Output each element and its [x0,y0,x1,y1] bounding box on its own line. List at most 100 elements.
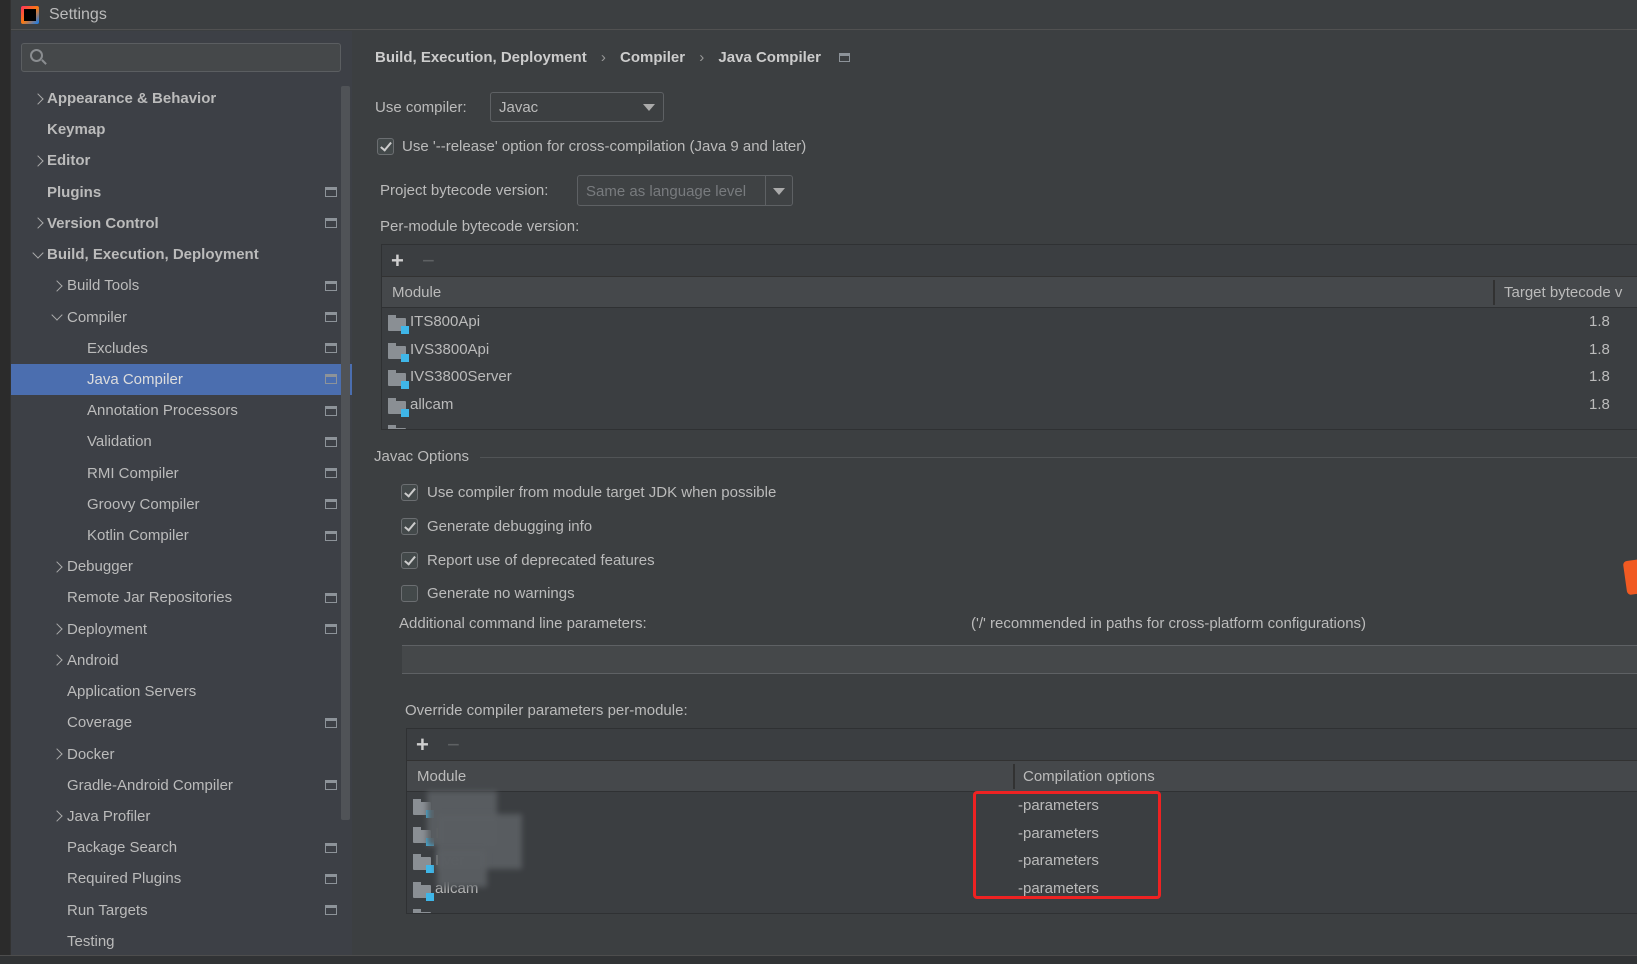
project-scope-icon [325,187,337,198]
sidebar-item-label: Java Profiler [67,807,151,825]
sidebar-scrollbar[interactable] [341,86,350,820]
sidebar-item[interactable]: Excludes [11,333,352,364]
sidebar-item[interactable]: Version Control [11,208,352,239]
floating-badge-icon[interactable] [1622,558,1637,596]
javac-option-checkbox[interactable] [401,585,418,602]
sidebar-item[interactable]: Docker [11,739,352,770]
sidebar-item[interactable]: Compiler [11,302,352,333]
sidebar-item[interactable]: Java Compiler [11,363,352,395]
sidebar-item[interactable]: Gradle-Android Compiler [11,770,352,801]
javac-option-checkbox[interactable] [401,484,418,501]
sidebar-item[interactable]: Plugins [11,177,352,208]
project-scope-icon [325,499,337,510]
sidebar-item[interactable]: RMI Compiler [11,458,352,489]
chevron-right-icon[interactable] [51,748,63,760]
release-option-checkbox[interactable] [377,138,394,155]
table-row[interactable]: IVS3800Server 1.8 [382,364,1637,392]
sidebar-item[interactable]: Editor [11,145,352,176]
table-row-partial[interactable] [382,419,1637,429]
sidebar-item[interactable]: Appearance & Behavior [11,83,352,114]
chevron-right-icon[interactable] [51,280,63,292]
add-icon[interactable]: + [391,250,404,272]
chevron-right-icon[interactable] [51,654,63,667]
breadcrumb-separator-icon: › [600,49,606,66]
sidebar-item[interactable]: Keymap [11,114,352,145]
module-folder-icon [388,315,409,334]
column-header-module[interactable]: Module [392,284,441,301]
sidebar-item[interactable]: Deployment [11,614,352,645]
chevron-down-icon [643,104,655,111]
module-name: IVS3800Api [410,340,490,358]
sidebar-item-label: Annotation Processors [87,402,238,420]
sidebar-item-label: Application Servers [67,683,197,701]
column-header-target[interactable]: Target bytecode v [1504,284,1622,301]
breadcrumb: Build, Execution, Deployment › Compiler … [375,49,851,66]
override-label: Override compiler parameters per-module: [405,702,688,719]
sidebar-item[interactable]: Package Search [11,832,352,863]
use-compiler-label: Use compiler: [375,99,467,116]
sidebar-item[interactable]: Build Tools [11,270,352,301]
table-header: Module Compilation options [407,761,1637,792]
column-divider[interactable] [1493,280,1495,305]
sidebar-item-label: Validation [87,433,152,451]
table-row-partial[interactable] [407,903,1637,913]
sidebar-item[interactable]: Groovy Compiler [11,489,352,520]
sidebar-item[interactable]: Annotation Processors [11,395,352,426]
search-input[interactable] [21,43,341,72]
table-row[interactable]: IVS3800Api 1.8 [382,337,1637,365]
javac-option-checkbox[interactable] [401,518,418,535]
table-row[interactable]: ITS800Api 1.8 [382,309,1637,337]
chevron-right-icon[interactable] [51,623,63,635]
project-bytecode-dropdown[interactable]: Same as language level [577,175,793,206]
sidebar-item[interactable]: Remote Jar Repositories [11,582,352,613]
breadcrumb-item[interactable]: Compiler [620,49,685,66]
project-scope-icon [325,280,337,291]
use-compiler-dropdown[interactable]: Javac [490,92,664,122]
additional-params-input[interactable] [402,645,1637,674]
chevron-right-icon[interactable] [32,217,44,230]
sidebar-item-label: Appearance & Behavior [47,90,217,107]
sidebar-item[interactable]: Android [11,645,352,676]
module-folder-icon [388,342,409,362]
breadcrumb-item[interactable]: Build, Execution, Deployment [375,49,587,66]
chevron-right-icon[interactable] [32,155,44,167]
chevron-right-icon[interactable] [51,561,63,573]
sidebar-item[interactable]: Validation [11,426,352,457]
column-header-module[interactable]: Module [417,768,466,785]
window-bottom-edge [0,955,1637,964]
add-icon[interactable]: + [416,734,429,756]
sidebar-item[interactable]: Build, Execution, Deployment [11,239,352,270]
table-header: Module Target bytecode v [382,277,1637,308]
sidebar-item[interactable]: Required Plugins [11,863,352,894]
project-scope-icon [325,374,337,385]
group-separator [480,457,1637,458]
project-scope-icon [325,780,337,791]
project-scope-icon [325,624,337,635]
sidebar-item[interactable]: Java Profiler [11,801,352,832]
sidebar-item[interactable]: Kotlin Compiler [11,520,352,551]
row-value[interactable]: 1.8 [1589,341,1610,358]
chevron-right-icon[interactable] [32,92,44,105]
sidebar-item[interactable]: Coverage [11,707,352,738]
remove-icon[interactable]: − [447,734,460,756]
row-value[interactable]: 1.8 [1589,368,1610,385]
sidebar-item[interactable]: Run Targets [11,895,352,926]
remove-icon[interactable]: − [422,250,435,272]
row-value[interactable]: 1.8 [1589,396,1610,413]
column-divider[interactable] [1013,764,1015,789]
javac-option-checkbox[interactable] [401,552,418,569]
sidebar-item[interactable]: Testing [11,926,352,957]
chevron-right-icon[interactable] [51,810,63,823]
sidebar-item[interactable]: Debugger [11,551,352,582]
module-folder-icon [388,370,409,389]
sidebar-item[interactable]: Application Servers [11,676,352,707]
chevron-down-icon[interactable] [32,246,44,259]
column-header-options[interactable]: Compilation options [1023,768,1155,785]
per-module-label: Per-module bytecode version: [380,218,580,235]
chevron-down-icon[interactable] [51,309,63,321]
breadcrumb-separator-icon: › [699,49,705,66]
row-value[interactable]: 1.8 [1589,313,1610,330]
sidebar-item-label: Docker [67,745,115,763]
table-row[interactable]: allcam 1.8 [382,392,1637,420]
dropdown-divider [765,176,766,205]
